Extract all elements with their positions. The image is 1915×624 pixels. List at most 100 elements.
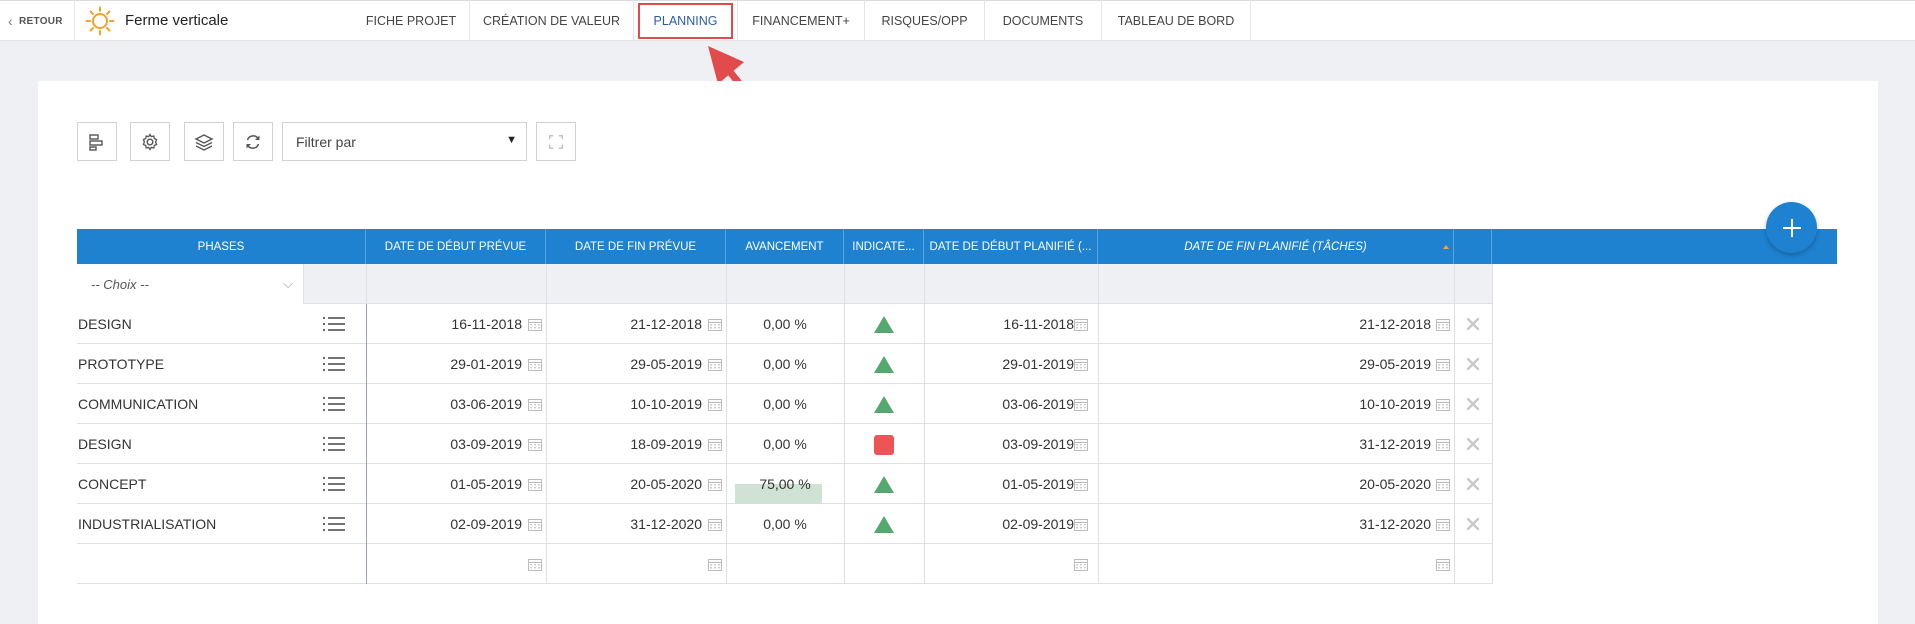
layers-button[interactable] — [184, 122, 224, 161]
tab-creation-de-valeur[interactable]: CRÉATION DE VALEUR — [470, 0, 634, 41]
start-planned-date[interactable]: 01-05-2019 — [366, 464, 522, 504]
tab-planning[interactable]: PLANNING — [634, 0, 738, 41]
back-link[interactable]: ‹ RETOUR — [8, 12, 63, 30]
calendar-icon[interactable] — [708, 438, 722, 451]
progress-value[interactable]: 0,00 % — [726, 504, 844, 544]
table-row[interactable]: DESIGN 03-09-2019 18-09-2019 0,00 % 03-09-20… — [77, 424, 1493, 464]
tab-documents[interactable]: DOCUMENTS — [985, 0, 1102, 41]
settings-button[interactable] — [130, 122, 170, 161]
phase-name[interactable]: DESIGN — [77, 424, 317, 464]
task-list-icon[interactable] — [323, 436, 345, 452]
calendar-icon[interactable] — [1436, 318, 1450, 331]
delete-icon[interactable] — [1463, 434, 1483, 454]
phase-name[interactable]: PROTOTYPE — [77, 344, 317, 384]
calendar-icon[interactable] — [708, 358, 722, 371]
start-planned-date[interactable]: 16-11-2018 — [366, 304, 522, 344]
progress-value[interactable]: 75,00 % — [726, 464, 844, 504]
column-header-progress[interactable]: AVANCEMENT — [726, 229, 844, 264]
calendar-icon[interactable] — [528, 398, 542, 411]
tab-risques-opp[interactable]: RISQUES/OPP — [865, 0, 985, 41]
end-scheduled-date[interactable]: 20-05-2020 — [1098, 464, 1431, 504]
calendar-icon[interactable] — [528, 438, 542, 451]
delete-icon[interactable] — [1463, 474, 1483, 494]
end-planned-date[interactable]: 31-12-2020 — [546, 504, 702, 544]
end-planned-date[interactable]: 10-10-2019 — [546, 384, 702, 424]
task-list-icon[interactable] — [323, 316, 345, 332]
table-row[interactable]: COMMUNICATION 03-06-2019 10-10-2019 0,00 % 0… — [77, 384, 1493, 424]
table-row[interactable]: CONCEPT 01-05-2019 20-05-2020 75,00 % 01-05-… — [77, 464, 1493, 504]
calendar-icon[interactable] — [708, 398, 722, 411]
end-planned-date[interactable]: 18-09-2019 — [546, 424, 702, 464]
task-list-icon[interactable] — [323, 356, 345, 372]
calendar-icon[interactable] — [708, 478, 722, 491]
task-list-icon[interactable] — [323, 476, 345, 492]
phase-choice-select[interactable]: -- Choix -- ⌵ — [77, 264, 304, 304]
phase-name[interactable]: INDUSTRIALISATION — [77, 504, 317, 544]
gantt-view-button[interactable] — [77, 122, 117, 161]
calendar-icon[interactable] — [528, 358, 542, 371]
calendar-icon[interactable] — [1074, 358, 1088, 371]
phase-name[interactable]: COMMUNICATION — [77, 384, 317, 424]
progress-value[interactable]: 0,00 % — [726, 424, 844, 464]
start-scheduled-date[interactable]: 01-05-2019 — [924, 464, 1074, 504]
calendar-icon[interactable] — [528, 518, 542, 531]
start-scheduled-date[interactable]: 03-09-2019 — [924, 424, 1074, 464]
start-scheduled-date[interactable]: 02-09-2019 — [924, 504, 1074, 544]
calendar-icon[interactable] — [528, 478, 542, 491]
calendar-icon[interactable] — [1074, 398, 1088, 411]
column-header-indicator[interactable]: INDICATE... — [844, 229, 924, 264]
end-scheduled-date[interactable]: 31-12-2019 — [1098, 424, 1431, 464]
progress-value[interactable]: 0,00 % — [726, 304, 844, 344]
end-planned-date[interactable]: 21-12-2018 — [546, 304, 702, 344]
end-scheduled-date[interactable]: 29-05-2019 — [1098, 344, 1431, 384]
start-planned-date[interactable]: 29-01-2019 — [366, 344, 522, 384]
column-header-phases[interactable]: PHASES — [77, 229, 366, 264]
calendar-icon[interactable] — [1436, 438, 1450, 451]
end-scheduled-date[interactable]: 10-10-2019 — [1098, 384, 1431, 424]
phase-name[interactable]: CONCEPT — [77, 464, 317, 504]
refresh-button[interactable] — [233, 122, 273, 161]
table-row[interactable]: DESIGN 16-11-2018 21-12-2018 0,00 % 16-11-20… — [77, 304, 1493, 344]
end-scheduled-date[interactable]: 31-12-2020 — [1098, 504, 1431, 544]
table-row[interactable]: PROTOTYPE 29-01-2019 29-05-2019 0,00 % 29-01… — [77, 344, 1493, 384]
delete-icon[interactable] — [1463, 354, 1483, 374]
start-scheduled-date[interactable]: 16-11-2018 — [924, 304, 1074, 344]
calendar-icon[interactable] — [1436, 478, 1450, 491]
calendar-icon[interactable] — [708, 518, 722, 531]
column-header-start-planned[interactable]: DATE DE DÉBUT PRÉVUE — [366, 229, 546, 264]
delete-icon[interactable] — [1463, 394, 1483, 414]
end-planned-date[interactable]: 29-05-2019 — [546, 344, 702, 384]
add-phase-button[interactable] — [1766, 202, 1817, 253]
delete-icon[interactable] — [1463, 514, 1483, 534]
start-scheduled-date[interactable]: 03-06-2019 — [924, 384, 1074, 424]
end-planned-date[interactable]: 20-05-2020 — [546, 464, 702, 504]
calendar-icon[interactable] — [708, 318, 722, 331]
column-header-end-planned[interactable]: DATE DE FIN PRÉVUE — [546, 229, 726, 264]
fullscreen-button[interactable] — [536, 122, 576, 161]
tab-fiche-projet[interactable]: FICHE PROJET — [353, 0, 470, 41]
task-list-icon[interactable] — [323, 516, 345, 532]
start-planned-date[interactable]: 03-06-2019 — [366, 384, 522, 424]
phase-name[interactable]: DESIGN — [77, 304, 317, 344]
calendar-icon[interactable] — [1074, 438, 1088, 451]
table-row-empty[interactable] — [77, 544, 1493, 584]
calendar-icon[interactable] — [528, 558, 542, 571]
progress-value[interactable]: 0,00 % — [726, 384, 844, 424]
calendar-icon[interactable] — [1436, 358, 1450, 371]
table-row[interactable]: INDUSTRIALISATION 02-09-2019 31-12-2020 0,0… — [77, 504, 1493, 544]
calendar-icon[interactable] — [1436, 398, 1450, 411]
calendar-icon[interactable] — [1074, 518, 1088, 531]
column-header-end-scheduled[interactable]: DATE DE FIN PLANIFIÉ (TÂCHES) — [1098, 229, 1454, 264]
calendar-icon[interactable] — [1074, 558, 1088, 571]
calendar-icon[interactable] — [528, 318, 542, 331]
task-list-icon[interactable] — [323, 396, 345, 412]
calendar-icon[interactable] — [1074, 318, 1088, 331]
calendar-icon[interactable] — [1436, 558, 1450, 571]
end-scheduled-date[interactable]: 21-12-2018 — [1098, 304, 1431, 344]
tab-tableau-de-bord[interactable]: TABLEAU DE BORD — [1102, 0, 1251, 41]
start-planned-date[interactable]: 02-09-2019 — [366, 504, 522, 544]
calendar-icon[interactable] — [1074, 478, 1088, 491]
column-header-start-scheduled[interactable]: DATE DE DÉBUT PLANIFIÉ (... — [924, 229, 1098, 264]
progress-value[interactable]: 0,00 % — [726, 344, 844, 384]
filter-select[interactable]: Filtrer par ▼ — [282, 122, 527, 161]
